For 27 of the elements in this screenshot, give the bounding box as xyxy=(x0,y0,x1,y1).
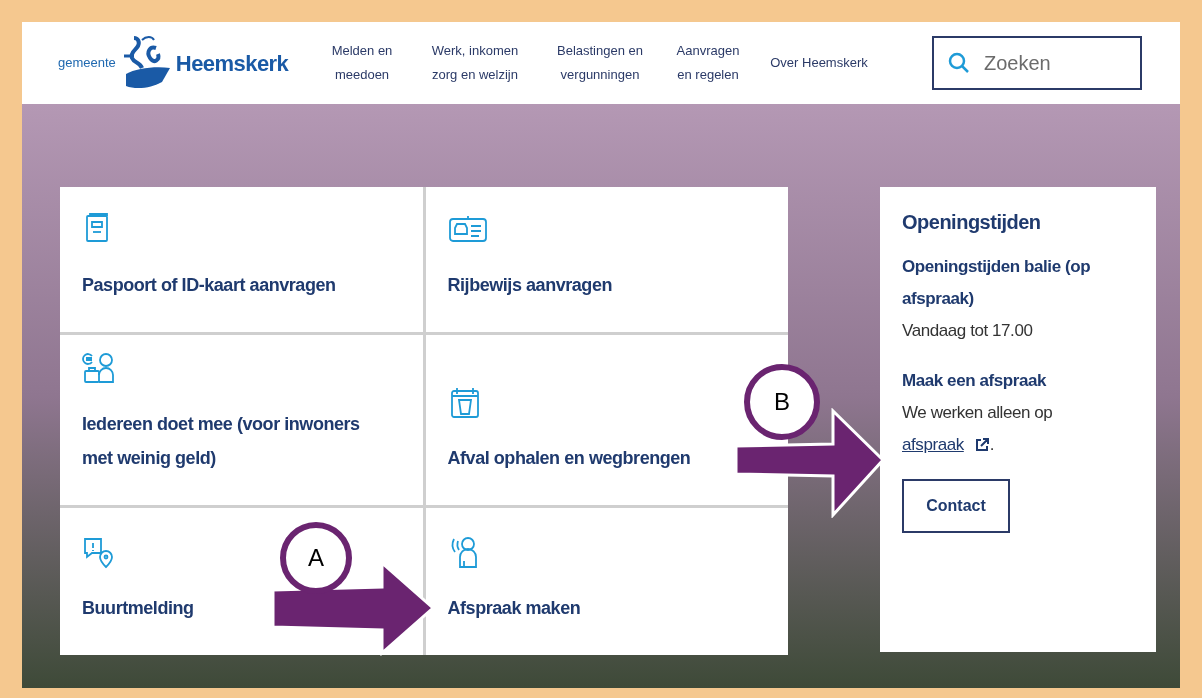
tile-title: Afspraak maken xyxy=(447,597,582,620)
nav-link[interactable]: Melden en meedoen xyxy=(322,39,402,87)
logo-text: Heemskerk xyxy=(175,49,289,78)
section-heading: Openingstijden balie (op afspraak) xyxy=(902,256,1092,310)
service-tile[interactable]: Afspraak maken xyxy=(425,508,788,655)
nav-link[interactable]: Belastingen en vergunningen xyxy=(548,39,652,87)
contact-button[interactable]: Contact xyxy=(902,479,1010,533)
nav-link[interactable]: Aanvragen en regelen xyxy=(670,39,746,87)
service-tile[interactable]: Iedereen doet mee (voor inwoners met weinig geld) xyxy=(60,335,423,505)
section-heading: Maak een afspraak xyxy=(902,370,1047,392)
service-tile[interactable]: Rijbewijs aanvragen xyxy=(425,187,788,332)
search-icon xyxy=(948,52,970,74)
tile-title: Paspoort of ID-kaart aanvragen xyxy=(82,274,337,297)
search-field[interactable]: Zoeken xyxy=(932,36,1142,90)
tile-title: Rijbewijs aanvragen xyxy=(447,274,613,297)
appointment-link[interactable]: afspraak xyxy=(902,429,990,461)
tile-title: Afval ophalen en wegbrengen xyxy=(447,447,692,470)
section-text: We werken alleen op afspraak . xyxy=(902,397,1134,461)
logo-text: gemeente xyxy=(58,54,116,73)
tile-title: Iedereen doet mee (voor inwoners met weinig geld) xyxy=(82,413,361,470)
card-title: Openingstijden xyxy=(902,210,1042,235)
external-link-icon xyxy=(973,437,990,453)
service-tile[interactable]: Paspoort of ID-kaart aanvragen xyxy=(60,187,423,332)
nav-link[interactable]: Werk, inkomen zorg en welzijn xyxy=(420,39,530,87)
nav-link[interactable]: Over Heemskerk xyxy=(764,51,874,75)
section-text: Vandaag tot 17.00 xyxy=(902,320,1034,342)
tile-title: Buurtmelding xyxy=(82,597,195,620)
